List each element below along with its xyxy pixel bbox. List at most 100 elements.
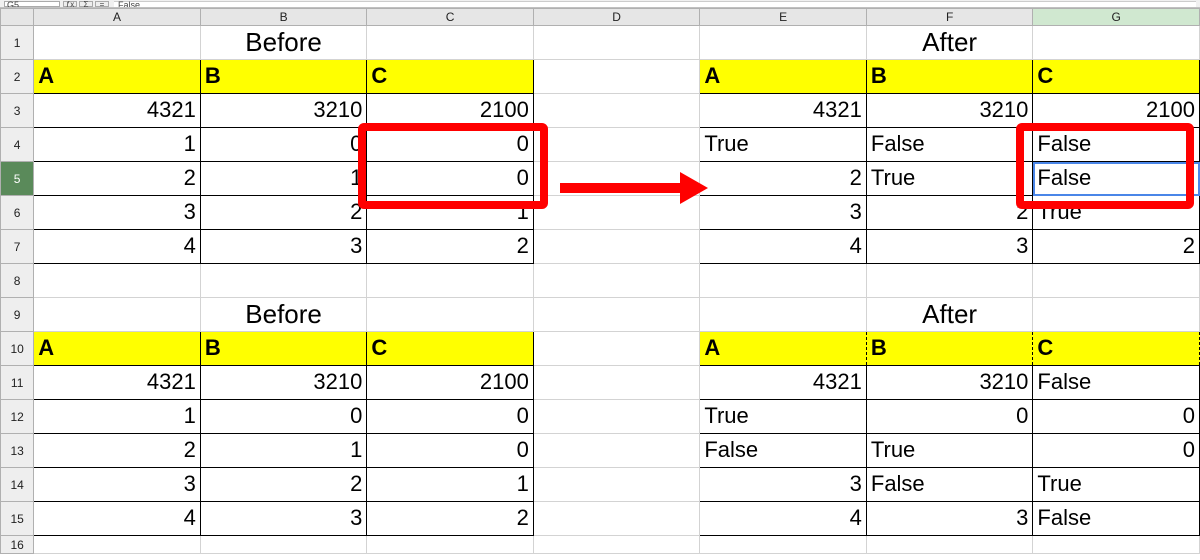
- cell-A8[interactable]: [34, 264, 201, 298]
- fx-button[interactable]: ƒx: [63, 1, 77, 7]
- cell-C14[interactable]: 1: [367, 468, 534, 502]
- cell-G7[interactable]: 2: [1033, 230, 1200, 264]
- row-header-12[interactable]: 12: [1, 400, 34, 434]
- cell-B8[interactable]: [200, 264, 367, 298]
- cell-B12[interactable]: 0: [200, 400, 367, 434]
- cell-A10[interactable]: A: [34, 332, 201, 366]
- cell-G16[interactable]: [1033, 536, 1200, 554]
- cell-C7[interactable]: 2: [367, 230, 534, 264]
- spreadsheet-grid[interactable]: ABCDEFG1BeforeAfter2ABCABC34321321021004…: [0, 8, 1200, 560]
- formula-input[interactable]: False: [114, 1, 1196, 7]
- cell-F14[interactable]: False: [866, 468, 1033, 502]
- cell-C15[interactable]: 2: [367, 502, 534, 536]
- cell-D12[interactable]: [533, 400, 700, 434]
- row-header-5[interactable]: 5: [1, 162, 34, 196]
- cell-E5[interactable]: 2: [700, 162, 867, 196]
- cell-A3[interactable]: 4321: [34, 94, 201, 128]
- cell-F6[interactable]: 2: [866, 196, 1033, 230]
- row-header-8[interactable]: 8: [1, 264, 34, 298]
- cell-G10[interactable]: C: [1033, 332, 1200, 366]
- cell-F5[interactable]: True: [866, 162, 1033, 196]
- cell-A9[interactable]: [34, 298, 201, 332]
- cell-B16[interactable]: [200, 536, 367, 554]
- cell-E16[interactable]: [700, 536, 867, 554]
- cell-B4[interactable]: 0: [200, 128, 367, 162]
- cell-E12[interactable]: True: [700, 400, 867, 434]
- cell-C16[interactable]: [367, 536, 534, 554]
- cell-B6[interactable]: 2: [200, 196, 367, 230]
- row-header-4[interactable]: 4: [1, 128, 34, 162]
- cell-A16[interactable]: [34, 536, 201, 554]
- cell-F15[interactable]: 3: [866, 502, 1033, 536]
- col-header-B[interactable]: B: [200, 9, 367, 26]
- row-header-11[interactable]: 11: [1, 366, 34, 400]
- cell-B14[interactable]: 2: [200, 468, 367, 502]
- eq-button[interactable]: =: [95, 1, 109, 7]
- row-header-9[interactable]: 9: [1, 298, 34, 332]
- row-header-15[interactable]: 15: [1, 502, 34, 536]
- cell-F3[interactable]: 3210: [866, 94, 1033, 128]
- cell-D2[interactable]: [533, 60, 700, 94]
- cell-E2[interactable]: A: [700, 60, 867, 94]
- cell-D7[interactable]: [533, 230, 700, 264]
- cell-C8[interactable]: [367, 264, 534, 298]
- cell-B1[interactable]: Before: [200, 26, 367, 60]
- cell-C12[interactable]: 0: [367, 400, 534, 434]
- cell-G5[interactable]: False: [1033, 162, 1200, 196]
- row-header-14[interactable]: 14: [1, 468, 34, 502]
- cell-E14[interactable]: 3: [700, 468, 867, 502]
- cell-F8[interactable]: [866, 264, 1033, 298]
- cell-D11[interactable]: [533, 366, 700, 400]
- cell-G12[interactable]: 0: [1033, 400, 1200, 434]
- cell-G9[interactable]: [1033, 298, 1200, 332]
- select-all-corner[interactable]: [1, 9, 34, 26]
- cell-F13[interactable]: True: [866, 434, 1033, 468]
- row-header-1[interactable]: 1: [1, 26, 34, 60]
- cell-D9[interactable]: [533, 298, 700, 332]
- col-header-F[interactable]: F: [866, 9, 1033, 26]
- cell-A11[interactable]: 4321: [34, 366, 201, 400]
- cell-D13[interactable]: [533, 434, 700, 468]
- cell-A15[interactable]: 4: [34, 502, 201, 536]
- cell-E10[interactable]: A: [700, 332, 867, 366]
- cell-D15[interactable]: [533, 502, 700, 536]
- row-header-6[interactable]: 6: [1, 196, 34, 230]
- row-header-2[interactable]: 2: [1, 60, 34, 94]
- cell-G2[interactable]: C: [1033, 60, 1200, 94]
- cell-D4[interactable]: [533, 128, 700, 162]
- cell-E6[interactable]: 3: [700, 196, 867, 230]
- cell-G14[interactable]: True: [1033, 468, 1200, 502]
- col-header-A[interactable]: A: [34, 9, 201, 26]
- cell-G3[interactable]: 2100: [1033, 94, 1200, 128]
- cell-B13[interactable]: 1: [200, 434, 367, 468]
- cell-C3[interactable]: 2100: [367, 94, 534, 128]
- cell-F10[interactable]: B: [866, 332, 1033, 366]
- col-header-G[interactable]: G: [1033, 9, 1200, 26]
- cell-C2[interactable]: C: [367, 60, 534, 94]
- cell-D3[interactable]: [533, 94, 700, 128]
- col-header-E[interactable]: E: [700, 9, 867, 26]
- cell-G13[interactable]: 0: [1033, 434, 1200, 468]
- cell-B9[interactable]: Before: [200, 298, 367, 332]
- cell-E9[interactable]: [700, 298, 867, 332]
- cell-G11[interactable]: False: [1033, 366, 1200, 400]
- cell-A2[interactable]: A: [34, 60, 201, 94]
- cell-A14[interactable]: 3: [34, 468, 201, 502]
- col-header-C[interactable]: C: [367, 9, 534, 26]
- cell-D5[interactable]: [533, 162, 700, 196]
- col-header-D[interactable]: D: [533, 9, 700, 26]
- cell-C4[interactable]: 0: [367, 128, 534, 162]
- cell-A13[interactable]: 2: [34, 434, 201, 468]
- cell-F1[interactable]: After: [866, 26, 1033, 60]
- cell-F2[interactable]: B: [866, 60, 1033, 94]
- cell-F11[interactable]: 3210: [866, 366, 1033, 400]
- cell-D1[interactable]: [533, 26, 700, 60]
- cell-A7[interactable]: 4: [34, 230, 201, 264]
- cell-G6[interactable]: True: [1033, 196, 1200, 230]
- cell-D14[interactable]: [533, 468, 700, 502]
- cell-F16[interactable]: [866, 536, 1033, 554]
- cell-E8[interactable]: [700, 264, 867, 298]
- cell-A5[interactable]: 2: [34, 162, 201, 196]
- cell-G8[interactable]: [1033, 264, 1200, 298]
- cell-F7[interactable]: 3: [866, 230, 1033, 264]
